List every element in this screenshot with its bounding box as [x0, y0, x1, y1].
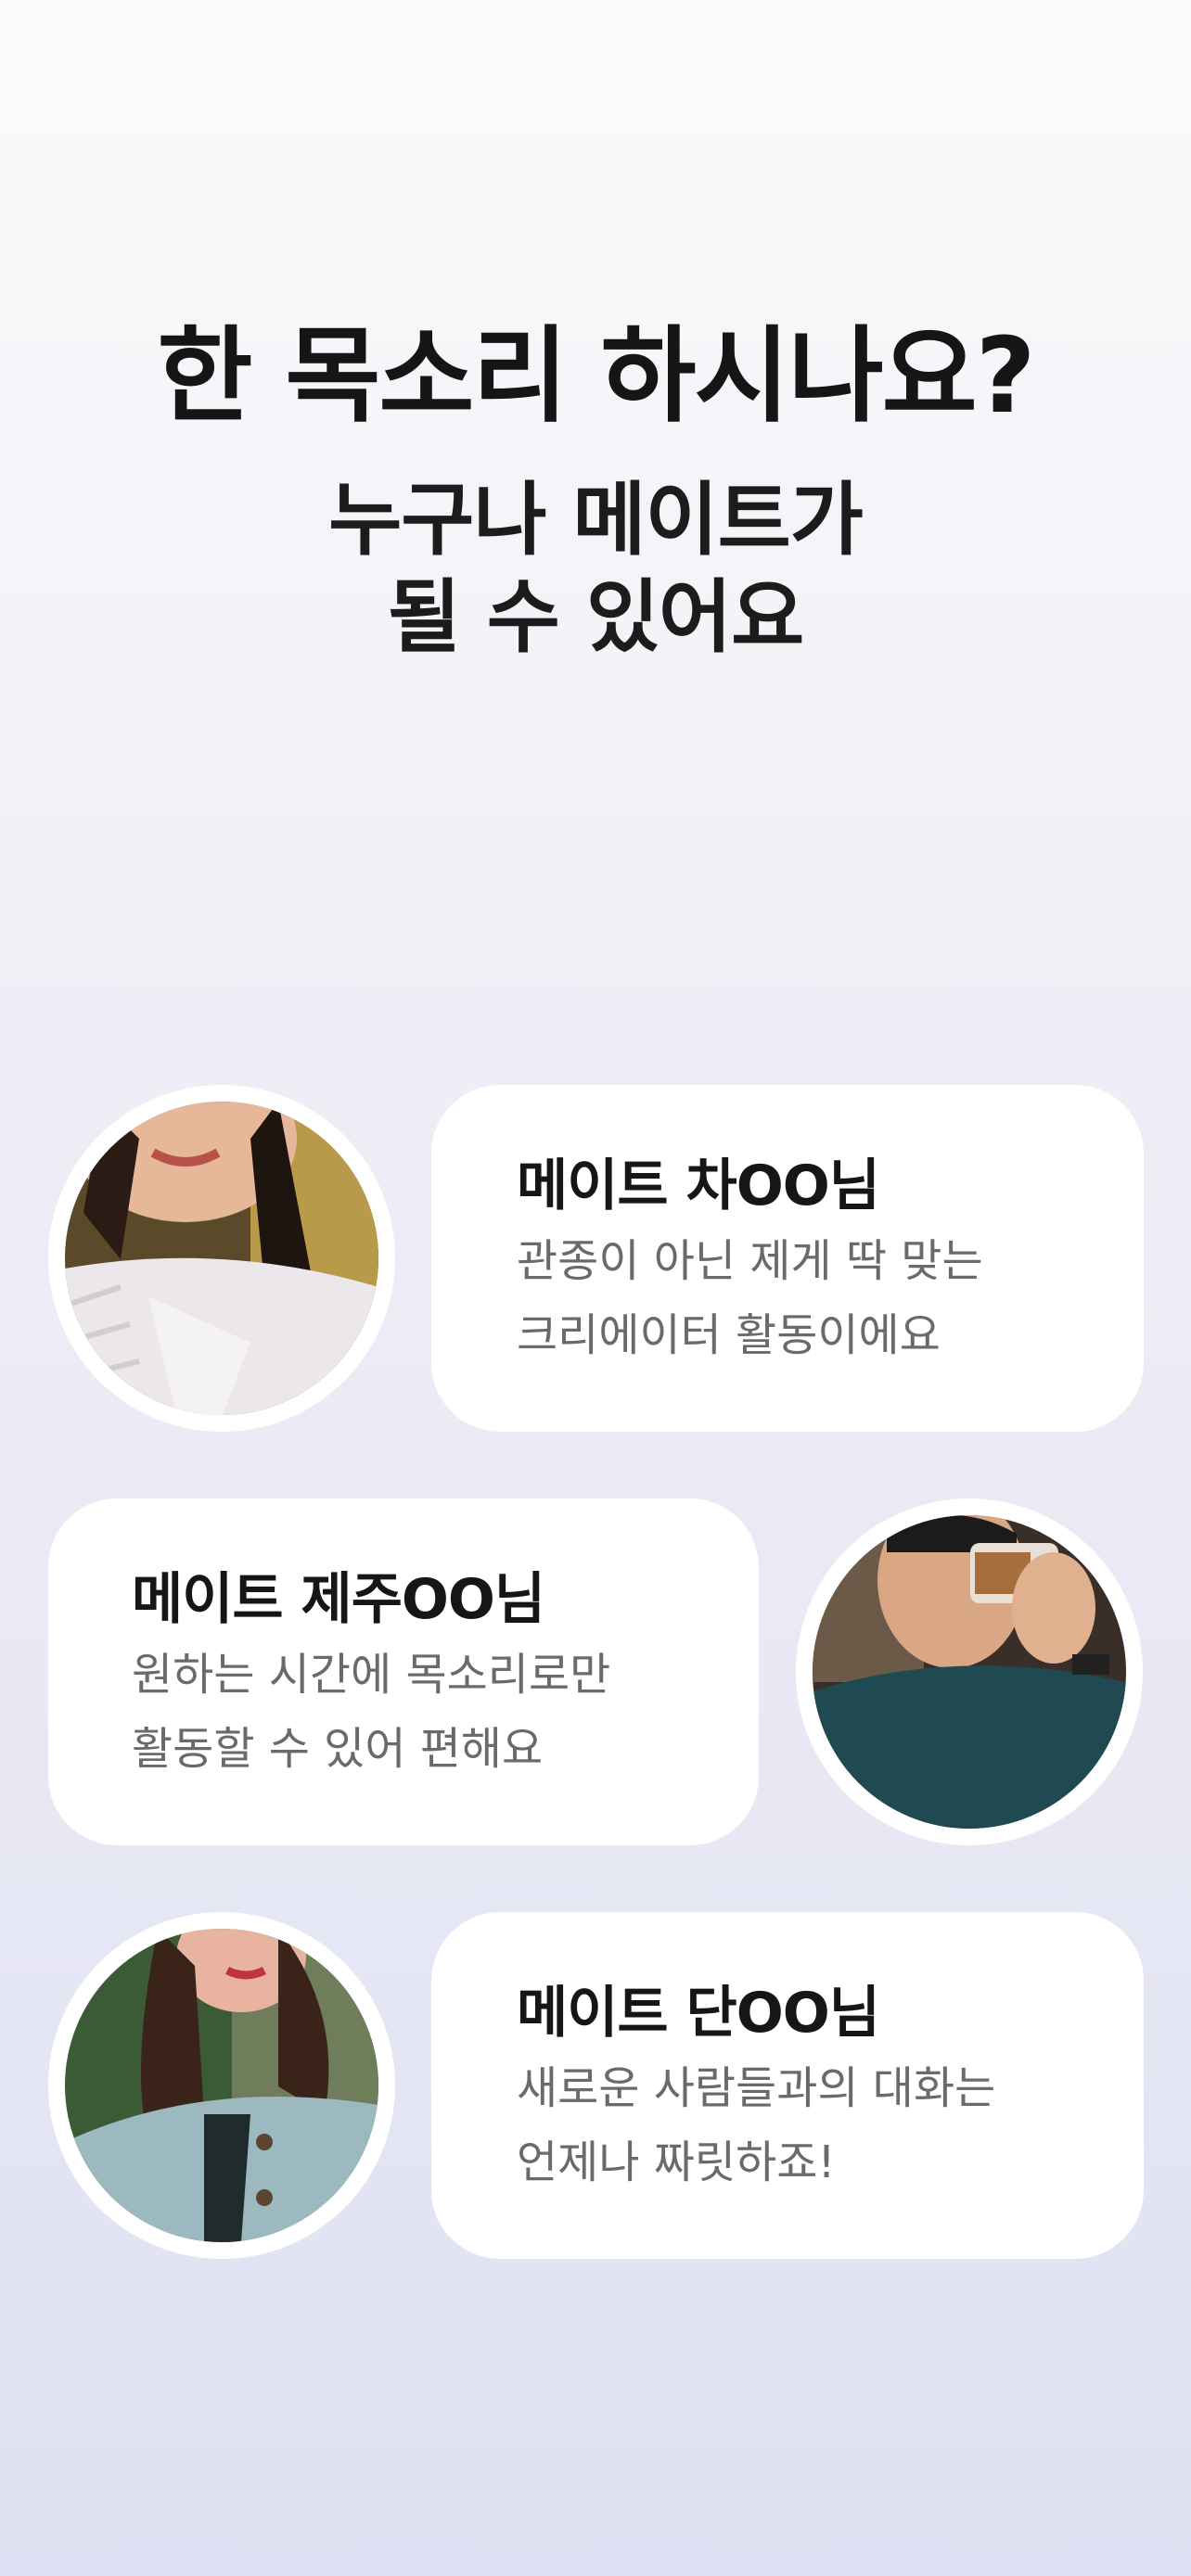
woman-blue-coat-photo — [65, 1929, 378, 2242]
mate-quote: 새로운 사람들과의 대화는 언제나 짜릿하죠! — [517, 2062, 996, 2188]
avatar-mate-2 — [796, 1498, 1143, 1845]
mate-name: 메이트 차OO님 — [517, 1154, 880, 1218]
subtitle-line-2: 될 수 있어요 — [387, 571, 804, 664]
testimonial-card-2: 메이트 제주OO님 원하는 시간에 목소리로만 활동할 수 있어 편해요 — [48, 1498, 759, 1845]
avatar-mate-3 — [48, 1912, 395, 2259]
mate-name: 메이트 제주OO님 — [132, 1567, 545, 1632]
avatar-mate-1 — [48, 1085, 395, 1432]
testimonial-card-1: 메이트 차OO님 관종이 아닌 제게 딱 맞는 크리에이터 활동이에요 — [431, 1085, 1144, 1432]
page-title: 한 목소리 하시나요? — [157, 316, 1035, 437]
mate-quote: 관종이 아닌 제게 딱 맞는 크리에이터 활동이에요 — [517, 1235, 983, 1361]
testimonial-card-3: 메이트 단OO님 새로운 사람들과의 대화는 언제나 짜릿하죠! — [431, 1912, 1144, 2259]
mate-quote: 원하는 시간에 목소리로만 활동할 수 있어 편해요 — [132, 1649, 611, 1775]
woman-white-sweater-photo — [65, 1102, 378, 1415]
man-drinking-coffee-photo — [813, 1515, 1126, 1829]
mate-name: 메이트 단OO님 — [517, 1981, 880, 2046]
